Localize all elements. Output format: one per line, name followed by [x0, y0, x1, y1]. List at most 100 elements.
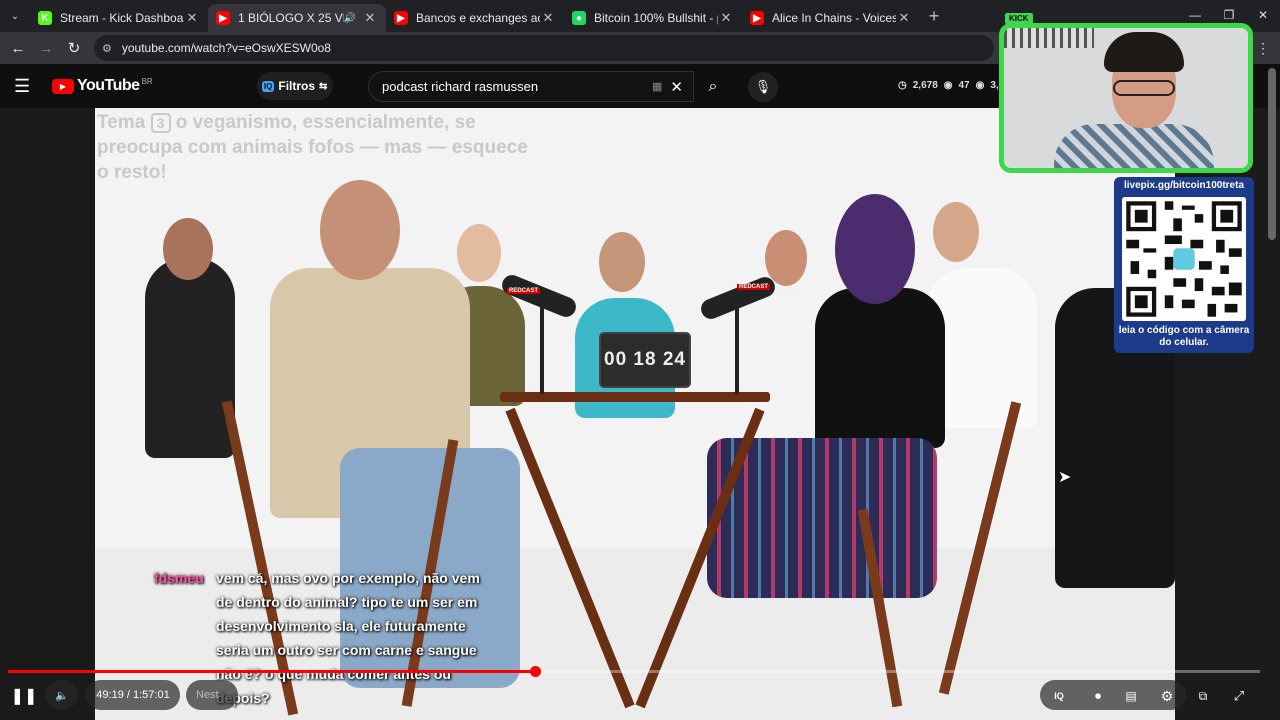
browser-tab[interactable]: ● Bitcoin 100% Bullshit - playlist✕ — [564, 4, 742, 32]
video-player[interactable]: Tema 3 o veganismo, essencialmente, se p… — [95, 108, 1175, 720]
eye-icon: ◉ — [943, 80, 953, 91]
topic-line-2: preocupa com animais fofos — mas — esque… — [97, 137, 528, 158]
search-query: podcast richard rasmussen — [382, 79, 539, 94]
tab-title: Bitcoin 100% Bullshit - playlist — [594, 11, 718, 25]
tab-favicon-icon: ● — [572, 11, 586, 25]
tab-search-icon[interactable]: ⌄ — [0, 0, 30, 32]
mic-brand-right: REDCAST — [737, 284, 771, 290]
filters-button[interactable]: IQ Filtros ⇆ — [256, 72, 333, 100]
tab-title: Stream - Kick Dashboard — [60, 11, 184, 25]
tab-favicon-icon: ▶ — [750, 11, 764, 25]
menu-icon[interactable]: ☰ — [14, 76, 44, 97]
person-center-left-head — [457, 224, 501, 282]
chapter-text: Nest — [196, 689, 219, 701]
topic-line-3: o resto! — [97, 162, 167, 183]
person-right-head — [933, 202, 979, 262]
mic-stand-left — [540, 304, 544, 394]
volume-icon: 🔈 — [55, 689, 69, 702]
tab-close-icon[interactable]: ✕ — [184, 10, 200, 26]
mic-brand-left: REDCAST — [507, 288, 541, 294]
streamer-shirt — [1054, 124, 1214, 168]
search-input[interactable]: podcast richard rasmussen ▦ ✕ — [368, 71, 694, 102]
mic-stand-right — [735, 304, 739, 394]
scrubber-handle[interactable] — [530, 666, 541, 677]
keyboard-icon[interactable]: ▦ — [652, 80, 662, 93]
time-text: 49:19 / 1:57:01 — [96, 689, 170, 701]
chapter-button[interactable]: Nest — [186, 680, 238, 710]
person-left — [145, 258, 235, 458]
qr-code-icon — [1122, 197, 1246, 321]
browser-menu-icon[interactable]: ⋮ — [1256, 40, 1270, 57]
settings-icon[interactable]: ⚙ — [1158, 684, 1176, 708]
topic-prefix: Tema — [97, 112, 146, 133]
window-blinds — [1004, 28, 1094, 48]
views-icon: ◉ — [975, 80, 985, 91]
stat-1: 2,678 — [912, 80, 938, 91]
autoplay-toggle[interactable]: ⏺ — [1086, 684, 1110, 708]
filters-label: Filtros — [278, 79, 316, 93]
qr-caption: leia o código com a câmera do celular. — [1118, 325, 1250, 348]
site-info-icon[interactable]: ⚙ — [102, 42, 112, 55]
fullscreen-icon[interactable]: ⤢ — [1230, 684, 1248, 708]
guest-vegan-hair — [835, 194, 915, 304]
youtube-play-icon: ▶ — [52, 78, 74, 94]
countdown-timer: 00 18 24 — [599, 332, 691, 388]
back-icon[interactable]: ← — [4, 40, 32, 57]
tab-close-icon[interactable]: ✕ — [718, 10, 734, 26]
reload-icon[interactable]: ↻ — [60, 39, 88, 57]
mouse-cursor-icon: ➤ — [1058, 469, 1072, 486]
topic-caption: Tema 3 o veganismo, essencialmente, se p… — [97, 110, 617, 185]
tab-title: Bancos e exchanges aceitando — [416, 11, 540, 25]
person-center-right-head — [765, 230, 807, 286]
search-icon[interactable]: ⌕ — [694, 71, 732, 102]
country-code: BR — [141, 76, 153, 86]
donation-qr-overlay: livepix.gg/bitcoin100treta leia o código… — [1114, 177, 1254, 353]
browser-tab[interactable]: ▶ Bancos e exchanges aceitando✕ — [386, 4, 564, 32]
new-tab-button[interactable]: + — [920, 6, 948, 27]
browser-tab[interactable]: K Stream - Kick Dashboard ✕ — [30, 4, 208, 32]
streamer-glasses — [1113, 80, 1175, 96]
person-center-head — [599, 232, 645, 292]
tab-favicon-icon: ▶ — [394, 11, 408, 25]
tab-favicon-icon: K — [38, 11, 52, 25]
forward-icon[interactable]: → — [32, 40, 60, 57]
stat-2: 47 — [958, 80, 970, 91]
person-left-head — [163, 218, 213, 280]
tab-favicon-icon: ▶ — [216, 11, 230, 25]
time-display: 49:19 / 1:57:01 — [86, 680, 180, 710]
guest-biologist-head — [320, 180, 400, 280]
topic-number: 3 — [150, 113, 171, 133]
youtube-logo[interactable]: ▶ YouTube BR — [52, 77, 153, 95]
voice-search-icon[interactable]: 🎙 — [748, 72, 778, 102]
tab-audio-icon[interactable]: 🔊 — [344, 13, 356, 24]
url-field[interactable]: ⚙ youtube.com/watch?v=eOswXESW0o8 — [94, 35, 994, 61]
browser-tab[interactable]: ▶ Alice In Chains - Voices - YouTu✕ — [742, 4, 920, 32]
extension-stats: ◷ 2,678 ◉ 47 ◉ 3,1 — [898, 80, 1004, 91]
webcam-overlay — [999, 23, 1253, 173]
iq-icon[interactable]: IQ — [1050, 684, 1068, 708]
close-window-icon[interactable]: ✕ — [1246, 0, 1280, 30]
progress-played — [8, 670, 535, 673]
pause-button[interactable]: ❚❚ — [11, 684, 38, 708]
subtitles-icon[interactable]: ▤ — [1122, 684, 1140, 708]
clock-icon: ◷ — [898, 80, 907, 91]
miniplayer-icon[interactable]: ⧉ — [1194, 684, 1212, 708]
sliders-icon: ⇆ — [319, 80, 328, 92]
youtube-logo-text: YouTube — [77, 77, 140, 94]
clear-search-icon[interactable]: ✕ — [670, 78, 683, 96]
letterbox-left — [0, 108, 95, 720]
browser-tab[interactable]: ▶ 1 BIÓLOGO X 25 VEGANOS🔊 ✕ — [208, 4, 386, 32]
qr-url: livepix.gg/bitcoin100treta — [1123, 180, 1245, 191]
url-text: youtube.com/watch?v=eOswXESW0o8 — [121, 41, 331, 55]
volume-button[interactable]: 🔈 — [46, 680, 78, 710]
guest-vegan — [815, 288, 945, 448]
tab-close-icon[interactable]: ✕ — [362, 10, 378, 26]
tab-title: 1 BIÓLOGO X 25 VEGANOS — [238, 11, 344, 25]
tab-title: Alice In Chains - Voices - YouTu — [772, 11, 896, 25]
progress-bar[interactable] — [8, 666, 1260, 677]
tab-close-icon[interactable]: ✕ — [540, 10, 556, 26]
topic-line-1: o veganismo, essencialmente, se — [175, 112, 476, 133]
page-scrollbar[interactable] — [1268, 68, 1276, 240]
tab-close-icon[interactable]: ✕ — [896, 10, 912, 26]
chat-username: fdsmeu — [154, 570, 204, 586]
